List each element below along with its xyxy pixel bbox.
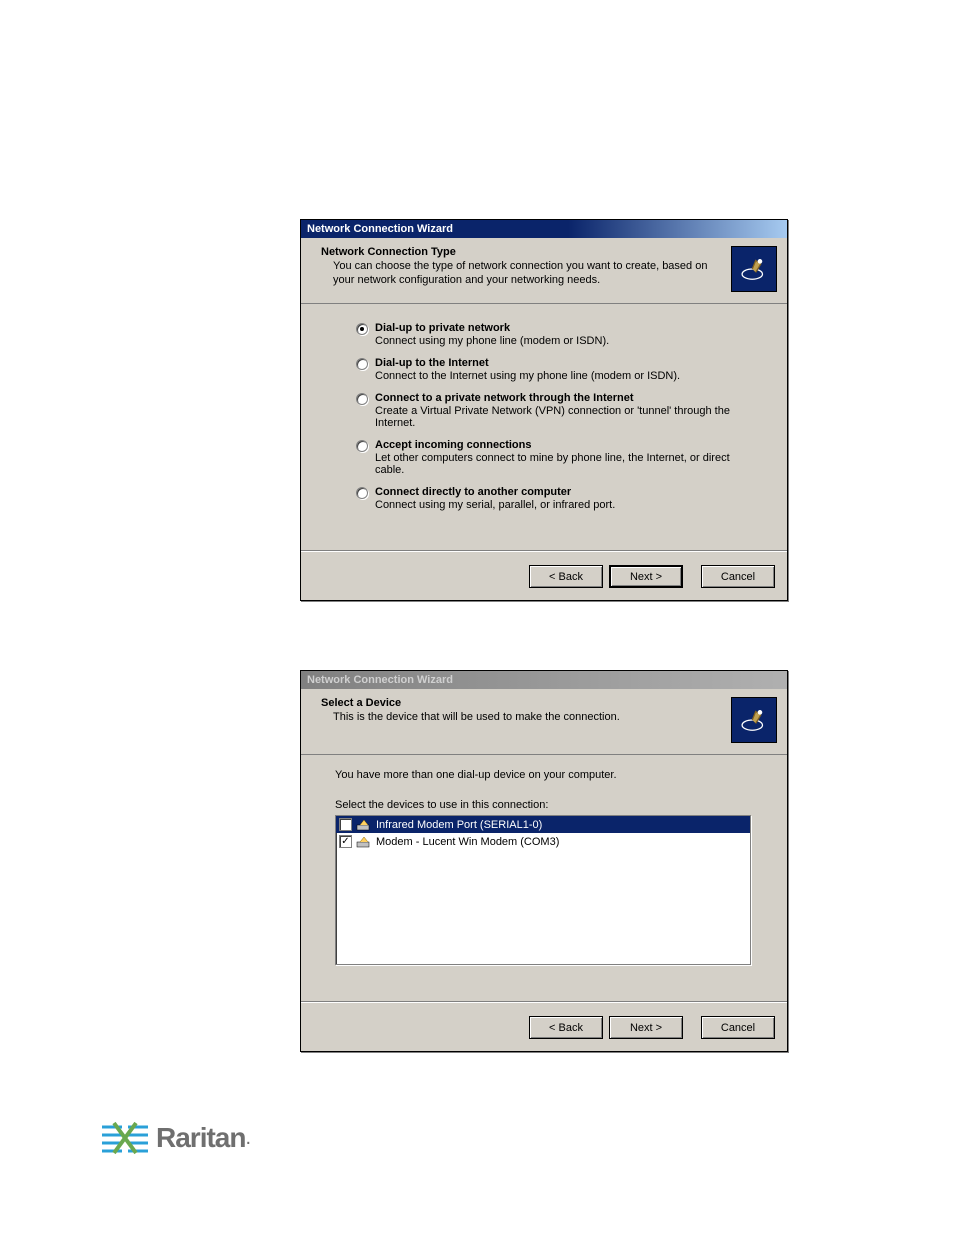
wizard-icon — [731, 697, 777, 743]
option-desc: Create a Virtual Private Network (VPN) c… — [375, 405, 757, 429]
option-vpn[interactable]: Connect to a private network through the… — [356, 392, 757, 429]
brand-logo: Raritan. — [100, 1121, 251, 1155]
option-label: Dial-up to private network — [375, 322, 757, 334]
device-area: You have more than one dial-up device on… — [301, 755, 787, 975]
titlebar[interactable]: Network Connection Wizard — [301, 671, 787, 689]
window-title: Network Connection Wizard — [307, 674, 453, 686]
header-title: Select a Device — [321, 697, 723, 709]
window-title: Network Connection Wizard — [307, 223, 453, 235]
brand-mark-icon — [100, 1121, 150, 1155]
radio-icon[interactable] — [356, 323, 368, 335]
back-button[interactable]: < Back — [529, 565, 603, 588]
list-label: Select the devices to use in this connec… — [335, 799, 759, 811]
separator — [301, 550, 787, 552]
option-label: Dial-up to the Internet — [375, 357, 757, 369]
checkbox-icon[interactable]: ✓ — [339, 835, 352, 848]
device-listbox[interactable]: Infrared Modem Port (SERIAL1-0) ✓ Modem … — [335, 815, 751, 965]
option-dialup-private[interactable]: Dial-up to private network Connect using… — [356, 322, 757, 347]
list-item[interactable]: ✓ Modem - Lucent Win Modem (COM3) — [336, 833, 750, 850]
brand-dot: . — [245, 1127, 251, 1150]
option-incoming[interactable]: Accept incoming connections Let other co… — [356, 439, 757, 476]
options-area: Dial-up to private network Connect using… — [301, 304, 787, 531]
cancel-button[interactable]: Cancel — [701, 565, 775, 588]
cancel-button[interactable]: Cancel — [701, 1016, 775, 1039]
option-desc: Connect using my serial, parallel, or in… — [375, 499, 757, 511]
radio-icon[interactable] — [356, 358, 368, 370]
separator — [301, 1001, 787, 1003]
header-band: Select a Device This is the device that … — [301, 689, 787, 755]
wizard-dialog-connection-type: Network Connection Wizard Network Connec… — [300, 219, 788, 601]
radio-icon[interactable] — [356, 440, 368, 452]
back-button[interactable]: < Back — [529, 1016, 603, 1039]
next-button[interactable]: Next > — [609, 1016, 683, 1039]
header-title: Network Connection Type — [321, 246, 723, 258]
list-item[interactable]: Infrared Modem Port (SERIAL1-0) — [336, 816, 750, 833]
option-desc: Let other computers connect to mine by p… — [375, 452, 757, 476]
checkbox-icon[interactable] — [339, 818, 352, 831]
header-band: Network Connection Type You can choose t… — [301, 238, 787, 304]
option-dialup-internet[interactable]: Dial-up to the Internet Connect to the I… — [356, 357, 757, 382]
header-text: Network Connection Type You can choose t… — [321, 246, 731, 297]
option-label: Connect to a private network through the… — [375, 392, 757, 404]
button-row: < Back Next > Cancel — [529, 557, 775, 588]
header-subtitle: This is the device that will be used to … — [321, 711, 723, 725]
option-label: Accept incoming connections — [375, 439, 757, 451]
list-item-label: Modem - Lucent Win Modem (COM3) — [376, 836, 559, 848]
next-button[interactable]: Next > — [609, 565, 683, 588]
titlebar[interactable]: Network Connection Wizard — [301, 220, 787, 238]
radio-icon[interactable] — [356, 487, 368, 499]
radio-icon[interactable] — [356, 393, 368, 405]
brand-name: Raritan — [156, 1122, 245, 1154]
intro-text: You have more than one dial-up device on… — [335, 769, 759, 781]
option-direct[interactable]: Connect directly to another computer Con… — [356, 486, 757, 511]
wizard-icon — [731, 246, 777, 292]
option-desc: Connect using my phone line (modem or IS… — [375, 335, 757, 347]
list-item-label: Infrared Modem Port (SERIAL1-0) — [376, 819, 542, 831]
wizard-dialog-select-device: Network Connection Wizard Select a Devic… — [300, 670, 788, 1052]
option-label: Connect directly to another computer — [375, 486, 757, 498]
header-subtitle: You can choose the type of network conne… — [321, 260, 723, 288]
modem-icon — [356, 817, 372, 833]
option-desc: Connect to the Internet using my phone l… — [375, 370, 757, 382]
header-text: Select a Device This is the device that … — [321, 697, 731, 748]
modem-icon — [356, 834, 372, 850]
button-row: < Back Next > Cancel — [529, 1008, 775, 1039]
